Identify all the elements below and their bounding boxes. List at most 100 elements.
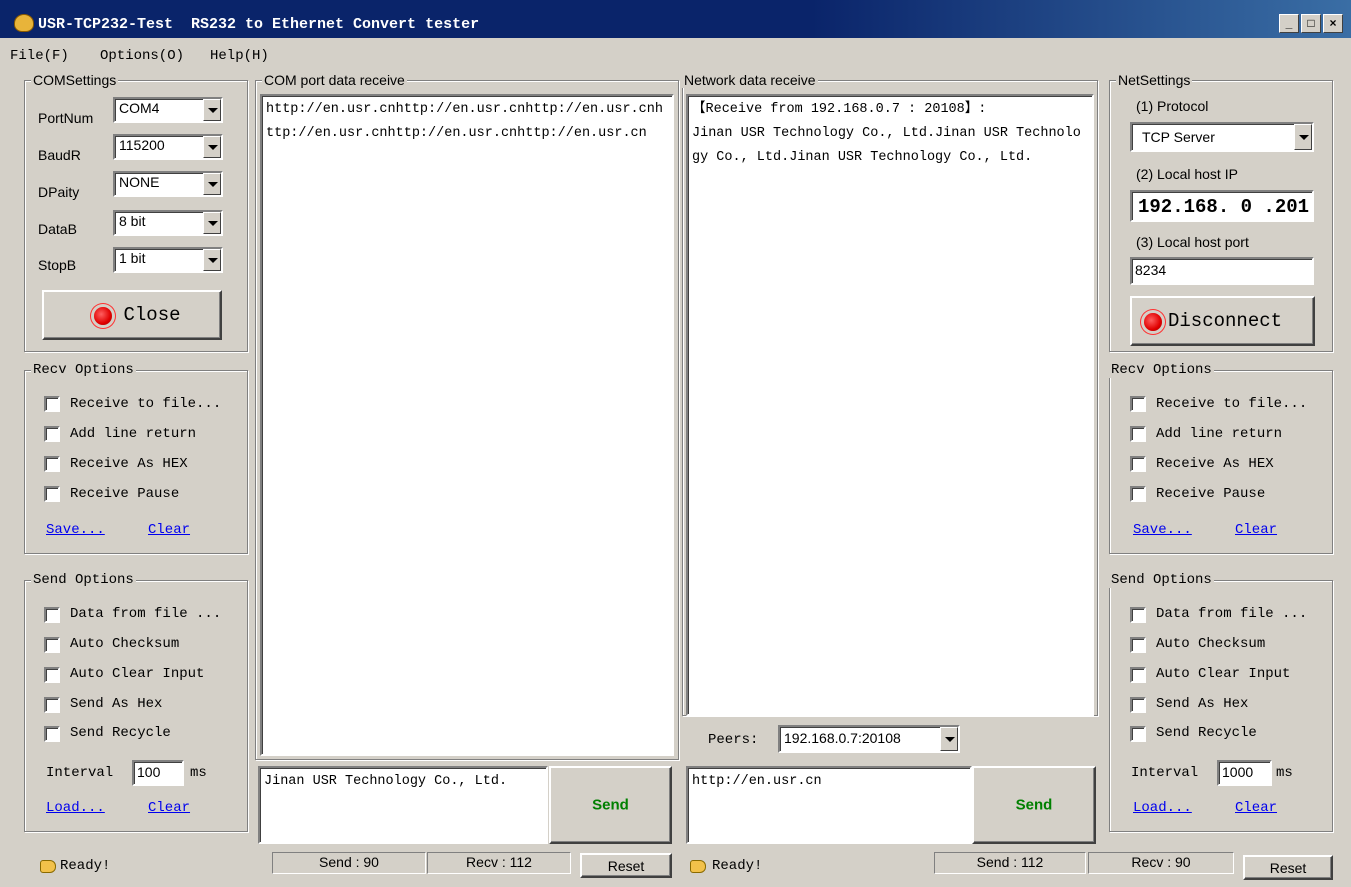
net-receive-header: 【Receive from 192.168.0.7 : 20108】: [692,102,987,117]
net-send-button[interactable]: Send [972,766,1096,844]
left-add-line-return-checkbox[interactable] [44,426,60,442]
left-data-from-file-checkbox[interactable] [44,607,60,623]
right-receive-hex-checkbox[interactable] [1130,456,1146,472]
right-auto-checksum-checkbox[interactable] [1130,637,1146,653]
right-send-recycle-checkbox[interactable] [1130,726,1146,742]
right-receive-pause-checkbox[interactable] [1130,486,1146,502]
app-icon [14,14,34,32]
baudr-select[interactable]: 115200 [113,134,223,160]
net-settings-label: NetSettings [1116,72,1193,88]
chevron-down-icon[interactable] [203,99,221,121]
left-receive-pause-checkbox[interactable] [44,486,60,502]
chevron-down-icon[interactable] [203,212,221,234]
right-send-as-hex-label: Send As Hex [1156,696,1249,712]
portnum-value: COM4 [119,100,160,116]
menu-file[interactable]: File(F) [10,48,69,64]
com-send-input[interactable]: Jinan USR Technology Co., Ltd. [258,766,548,844]
net-status-ready: Ready! [712,858,763,874]
net-reset-button[interactable]: Reset [1243,855,1333,880]
left-interval-label: Interval [46,765,114,781]
chevron-down-icon[interactable] [203,249,221,271]
right-auto-checksum-label: Auto Checksum [1156,636,1266,652]
com-send-text: Jinan USR Technology Co., Ltd. [264,774,508,789]
pointing-hand-icon [40,860,56,873]
right-auto-clear-input-checkbox[interactable] [1130,667,1146,683]
left-send-recycle-checkbox[interactable] [44,726,60,742]
com-receive-textarea[interactable]: http://en.usr.cnhttp://en.usr.cnhttp://e… [260,94,674,756]
right-interval-unit: ms [1276,765,1293,781]
left-interval-input[interactable]: 100 [132,760,184,786]
minimize-button[interactable]: _ [1279,14,1299,33]
left-save-link[interactable]: Save... [46,522,105,538]
right-interval-input[interactable]: 1000 [1217,760,1272,786]
local-port-value: 8234 [1135,262,1167,278]
left-load-link[interactable]: Load... [46,800,105,816]
com-send-button[interactable]: Send [549,766,672,844]
net-send-input[interactable]: http://en.usr.cn [686,766,972,844]
stopb-label: StopB [38,257,77,273]
right-recv-options-label: Recv Options [1109,362,1214,378]
right-recv-clear-link[interactable]: Clear [1235,522,1277,538]
right-receive-to-file-label: Receive to file... [1156,396,1308,412]
peers-label: Peers: [708,732,759,748]
maximize-button[interactable]: □ [1301,14,1321,33]
local-ip-input[interactable]: 192.168. 0 .201 [1130,190,1314,222]
stopb-select[interactable]: 1 bit [113,247,223,273]
right-send-clear-link[interactable]: Clear [1235,800,1277,816]
net-receive-label: Network data receive [682,72,818,88]
right-save-link[interactable]: Save... [1133,522,1192,538]
right-send-recycle-label: Send Recycle [1156,725,1257,741]
local-port-label: (3) Local host port [1136,234,1249,250]
com-reset-button[interactable]: Reset [580,853,672,878]
left-add-line-return-label: Add line return [70,426,197,442]
chevron-down-icon[interactable] [940,727,958,751]
menu-options[interactable]: Options(O) [100,48,184,64]
local-port-input[interactable]: 8234 [1130,257,1314,285]
disconnect-button[interactable]: Disconnect [1130,296,1315,346]
right-send-as-hex-checkbox[interactable] [1130,697,1146,713]
menu-help[interactable]: Help(H) [210,48,269,64]
chevron-down-icon[interactable] [203,136,221,158]
datab-value: 8 bit [119,213,146,229]
left-receive-hex-label: Receive As HEX [70,456,188,472]
close-window-button[interactable]: × [1323,14,1343,33]
left-send-clear-link[interactable]: Clear [148,800,190,816]
com-recv-count: Recv : 112 [427,852,571,874]
net-send-label: Send [1015,796,1053,814]
datab-select[interactable]: 8 bit [113,210,223,236]
net-reset-label: Reset [1269,859,1307,876]
com-send-label: Send [592,796,629,814]
baudr-value: 115200 [119,137,165,153]
protocol-value: TCP Server [1142,129,1215,145]
right-data-from-file-checkbox[interactable] [1130,607,1146,623]
right-receive-pause-label: Receive Pause [1156,486,1266,502]
net-receive-text: Jinan USR Technology Co., Ltd.Jinan USR … [692,126,1081,165]
right-interval-label: Interval [1131,765,1199,781]
left-send-as-hex-checkbox[interactable] [44,697,60,713]
right-load-link[interactable]: Load... [1133,800,1192,816]
right-receive-to-file-checkbox[interactable] [1130,396,1146,412]
peers-select[interactable]: 192.168.0.7:20108 [778,725,960,753]
protocol-select[interactable]: TCP Server [1130,122,1314,152]
left-recv-options-label: Recv Options [31,362,136,378]
dpaity-select[interactable]: NONE [113,171,223,197]
title-bar[interactable]: USR-TCP232-Test RS232 to Ethernet Conver… [0,0,1351,38]
portnum-select[interactable]: COM4 [113,97,223,123]
left-send-options-label: Send Options [31,572,136,588]
right-auto-clear-input-label: Auto Clear Input [1156,666,1291,682]
protocol-label: (1) Protocol [1136,98,1209,114]
left-auto-checksum-checkbox[interactable] [44,637,60,653]
left-receive-to-file-checkbox[interactable] [44,396,60,412]
com-settings-label: COMSettings [31,72,119,88]
com-close-button[interactable]: Close [42,290,222,340]
dpaity-label: DPaity [38,184,80,200]
peers-value: 192.168.0.7:20108 [784,730,901,746]
net-receive-textarea[interactable]: 【Receive from 192.168.0.7 : 20108】: Jina… [686,94,1094,716]
chevron-down-icon[interactable] [203,173,221,195]
right-add-line-return-checkbox[interactable] [1130,426,1146,442]
chevron-down-icon[interactable] [1294,124,1312,150]
window-title: USR-TCP232-Test RS232 to Ethernet Conver… [38,16,480,33]
left-recv-clear-link[interactable]: Clear [148,522,190,538]
left-receive-hex-checkbox[interactable] [44,456,60,472]
left-auto-clear-input-checkbox[interactable] [44,667,60,683]
